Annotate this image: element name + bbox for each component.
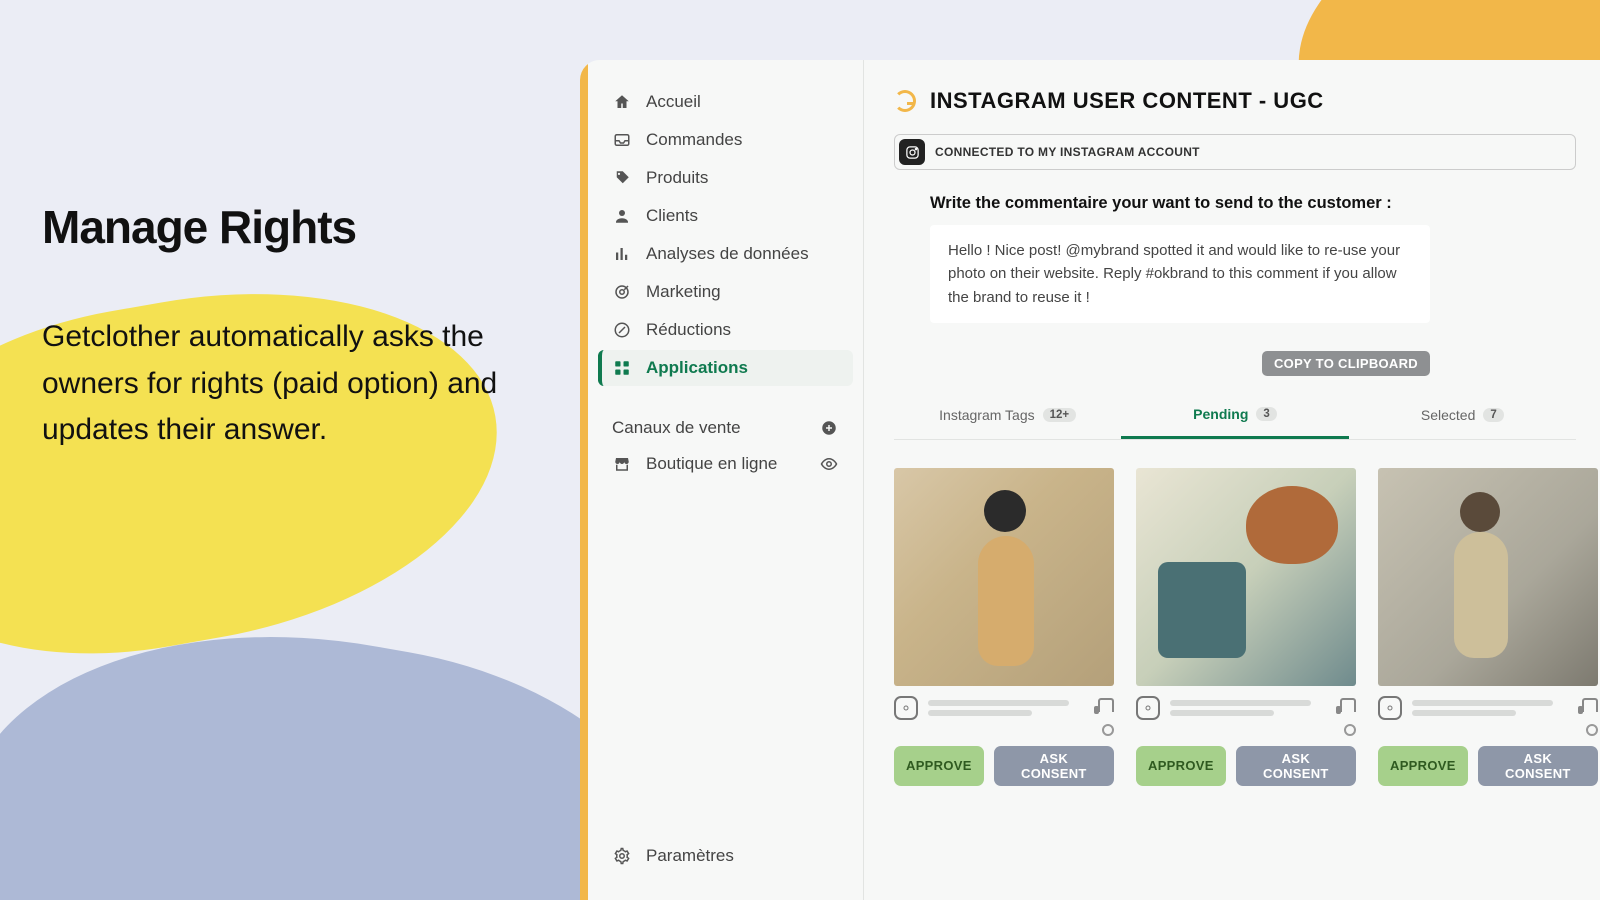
ask-consent-button[interactable]: ASK CONSENT <box>1236 746 1356 786</box>
instagram-icon <box>899 139 925 165</box>
sidebar-item-label: Marketing <box>646 282 721 302</box>
sidebar-item-clients[interactable]: Clients <box>598 198 853 234</box>
copy-to-clipboard-button[interactable]: COPY TO CLIPBOARD <box>1262 351 1430 376</box>
plus-circle-icon[interactable] <box>819 418 839 438</box>
target-icon <box>612 282 632 302</box>
app-window: Accueil Commandes Produits Clients Analy… <box>580 60 1600 900</box>
sidebar-item-label: Clients <box>646 206 698 226</box>
instagram-icon <box>894 696 918 720</box>
thumbs-up-icon[interactable] <box>1582 698 1598 712</box>
clock-icon <box>1586 724 1598 736</box>
ugc-card: APPROVE ASK CONSENT <box>894 468 1114 786</box>
chart-icon <box>612 244 632 264</box>
sidebar-item-label: Réductions <box>646 320 731 340</box>
sidebar-item-analyses[interactable]: Analyses de données <box>598 236 853 272</box>
content-tabs: Instagram Tags 12+ Pending 3 Selected 7 <box>894 394 1576 440</box>
instagram-icon <box>1136 696 1160 720</box>
eye-icon[interactable] <box>819 454 839 474</box>
sidebar-item-produits[interactable]: Produits <box>598 160 853 196</box>
user-icon <box>612 206 632 226</box>
tab-label: Pending <box>1193 406 1248 422</box>
hero-description: Getclother automatically asks the owners… <box>42 314 512 454</box>
thumbs-up-icon[interactable] <box>1098 698 1114 712</box>
ugc-meta-placeholder <box>1412 700 1572 716</box>
ugc-thumbnail[interactable] <box>1136 468 1356 686</box>
clock-icon <box>1344 724 1356 736</box>
tab-pending[interactable]: Pending 3 <box>1121 394 1348 439</box>
sidebar-item-label: Boutique en ligne <box>646 454 777 474</box>
approve-button[interactable]: APPROVE <box>1136 746 1226 786</box>
sales-channels-header: Canaux de vente <box>598 410 853 446</box>
apps-icon <box>612 358 632 378</box>
hero-title: Manage Rights <box>42 200 512 254</box>
discount-icon <box>612 320 632 340</box>
ugc-thumbnail[interactable] <box>1378 468 1598 686</box>
sidebar-item-boutique[interactable]: Boutique en ligne <box>598 446 853 482</box>
brand-logo-icon <box>894 90 916 112</box>
ugc-meta-placeholder <box>928 700 1088 716</box>
ugc-meta-placeholder <box>1170 700 1330 716</box>
ugc-thumbnail[interactable] <box>894 468 1114 686</box>
tab-count-badge: 7 <box>1483 408 1503 422</box>
accent-strip <box>580 60 588 900</box>
tab-instagram-tags[interactable]: Instagram Tags 12+ <box>894 394 1121 439</box>
home-icon <box>612 92 632 112</box>
comment-prompt: Write the commentaire your want to send … <box>930 194 1576 213</box>
main-content: INSTAGRAM USER CONTENT - UGC CONNECTED T… <box>863 60 1600 900</box>
sidebar-item-marketing[interactable]: Marketing <box>598 274 853 310</box>
thumbs-up-icon[interactable] <box>1340 698 1356 712</box>
sidebar-item-label: Accueil <box>646 92 701 112</box>
sidebar-item-label: Applications <box>646 358 748 378</box>
ask-consent-button[interactable]: ASK CONSENT <box>1478 746 1598 786</box>
sidebar-item-commandes[interactable]: Commandes <box>598 122 853 158</box>
ask-consent-button[interactable]: ASK CONSENT <box>994 746 1114 786</box>
sidebar-item-label: Commandes <box>646 130 742 150</box>
approve-button[interactable]: APPROVE <box>894 746 984 786</box>
clock-icon <box>1102 724 1114 736</box>
instagram-connected-chip[interactable]: CONNECTED TO MY INSTAGRAM ACCOUNT <box>894 134 1576 170</box>
sidebar-item-label: Produits <box>646 168 708 188</box>
inbox-icon <box>612 130 632 150</box>
sales-channels-label: Canaux de vente <box>612 418 741 438</box>
sidebar-item-settings[interactable]: Paramètres <box>598 834 853 886</box>
tab-selected[interactable]: Selected 7 <box>1349 394 1576 439</box>
ugc-card: APPROVE ASK CONSENT <box>1136 468 1356 786</box>
sidebar: Accueil Commandes Produits Clients Analy… <box>588 60 863 900</box>
sidebar-item-reductions[interactable]: Réductions <box>598 312 853 348</box>
gear-icon <box>612 846 632 866</box>
tab-count-badge: 12+ <box>1043 408 1077 422</box>
sidebar-item-label: Paramètres <box>646 846 734 866</box>
tab-count-badge: 3 <box>1256 407 1276 421</box>
ugc-card: APPROVE ASK CONSENT <box>1378 468 1598 786</box>
sidebar-item-label: Analyses de données <box>646 244 809 264</box>
connected-label: CONNECTED TO MY INSTAGRAM ACCOUNT <box>935 145 1200 159</box>
sidebar-item-applications[interactable]: Applications <box>598 350 853 386</box>
tab-label: Instagram Tags <box>939 407 1034 423</box>
approve-button[interactable]: APPROVE <box>1378 746 1468 786</box>
tab-label: Selected <box>1421 407 1475 423</box>
sidebar-item-accueil[interactable]: Accueil <box>598 84 853 120</box>
page-title: INSTAGRAM USER CONTENT - UGC <box>930 88 1324 114</box>
instagram-icon <box>1378 696 1402 720</box>
store-icon <box>612 454 632 474</box>
comment-textarea[interactable]: Hello ! Nice post! @mybrand spotted it a… <box>930 225 1430 323</box>
tag-icon <box>612 168 632 188</box>
